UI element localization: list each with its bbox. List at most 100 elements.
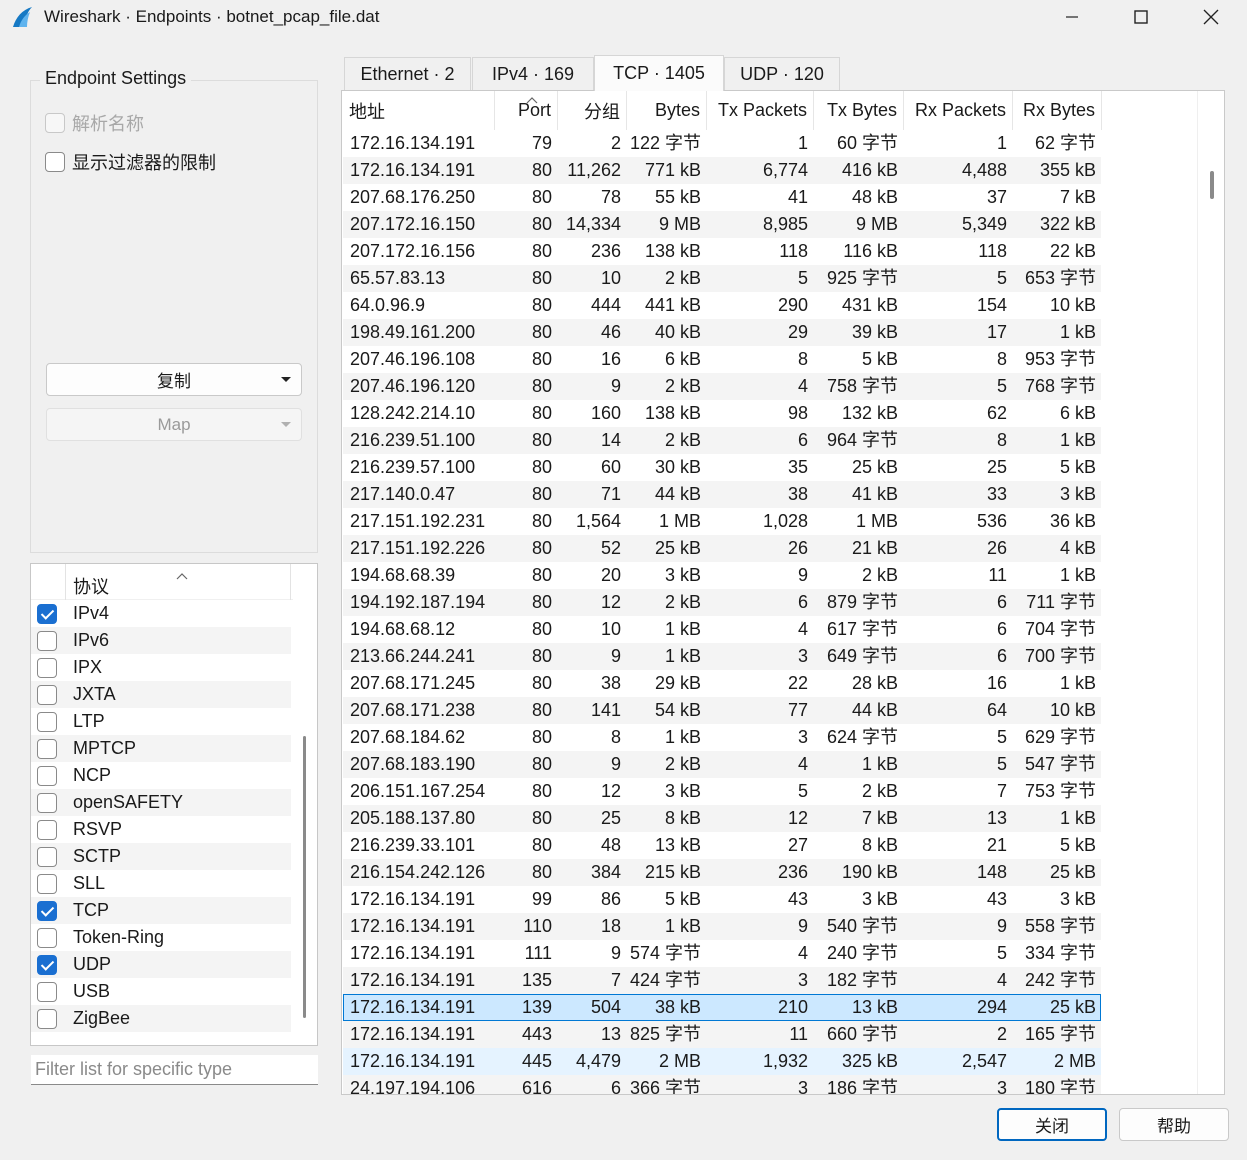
table-row[interactable]: 207.172.16.150 80 14,334 9 MB 8,985 9 MB 5,349…	[343, 211, 1101, 238]
table-row[interactable]: 172.16.134.191 445 4,479 2 MB 1,932 325 kB 2,5…	[343, 1048, 1101, 1075]
table-row[interactable]: 207.68.183.190 80 9 2 kB 4 1 kB 5 547 字节	[343, 751, 1101, 778]
protocol-checkbox[interactable]	[37, 1008, 57, 1029]
column-header-rx-packets[interactable]: Rx Packets	[904, 91, 1013, 130]
table-row[interactable]: 217.151.192.226 80 52 25 kB 26 21 kB 26 4 kB	[343, 535, 1101, 562]
tab-ipv4[interactable]: IPv4 · 169	[472, 57, 594, 91]
cell-rx-bytes: 700 字节	[1024, 646, 1096, 666]
table-row[interactable]: 206.151.167.254 80 12 3 kB 5 2 kB 7 753 字节	[343, 778, 1101, 805]
table-row[interactable]: 194.192.187.194 80 12 2 kB 6 879 字节 6 711 字节	[343, 589, 1101, 616]
tab-tcp[interactable]: TCP · 1405	[594, 55, 724, 91]
protocol-item[interactable]: SCTP	[31, 843, 291, 870]
protocol-item[interactable]: Token-Ring	[31, 924, 291, 951]
table-row[interactable]: 216.239.33.101 80 48 13 kB 27 8 kB 21 5 kB	[343, 832, 1101, 859]
table-row[interactable]: 172.16.134.191 80 11,262 771 kB 6,774 416 kB 4…	[343, 157, 1101, 184]
table-row[interactable]: 172.16.134.191 139 504 38 kB 210 13 kB 294 25 k…	[343, 994, 1101, 1021]
protocol-list-scrollbar[interactable]	[303, 736, 306, 1018]
minimize-button[interactable]	[1038, 0, 1106, 34]
table-row[interactable]: 128.242.214.10 80 160 138 kB 98 132 kB 62 6 kB	[343, 400, 1101, 427]
protocol-checkbox[interactable]	[37, 765, 57, 786]
protocol-list-header[interactable]: 协议	[31, 564, 293, 600]
close-icon	[1203, 9, 1219, 25]
help-button[interactable]: 帮助	[1119, 1108, 1229, 1141]
table-row[interactable]: 216.239.57.100 80 60 30 kB 35 25 kB 25 5 kB	[343, 454, 1101, 481]
protocol-item[interactable]: UDP	[31, 951, 291, 978]
protocol-checkbox[interactable]	[37, 657, 57, 678]
table-row[interactable]: 207.68.184.62 80 8 1 kB 3 624 字节 5 629 字节	[343, 724, 1101, 751]
protocol-item[interactable]: TCP	[31, 897, 291, 924]
protocol-item[interactable]: ZigBee	[31, 1005, 291, 1032]
table-row[interactable]: 65.57.83.13 80 10 2 kB 5 925 字节 5 653 字节	[343, 265, 1101, 292]
protocol-item[interactable]: LTP	[31, 708, 291, 735]
protocol-checkbox[interactable]	[37, 846, 57, 867]
table-row[interactable]: 64.0.96.9 80 444 441 kB 290 431 kB 154 10 kB	[343, 292, 1101, 319]
table-row[interactable]: 213.66.244.241 80 9 1 kB 3 649 字节 6 700 字节	[343, 643, 1101, 670]
cell-rx-bytes: 1 kB	[1059, 430, 1096, 450]
protocol-filter-input[interactable]	[31, 1055, 318, 1085]
table-row[interactable]: 194.68.68.39 80 20 3 kB 9 2 kB 11 1 kB	[343, 562, 1101, 589]
protocol-item[interactable]: SLL	[31, 870, 291, 897]
table-row[interactable]: 24.197.194.106 616 6 366 字节 3 186 字节 3 180 字节	[343, 1075, 1101, 1094]
table-row[interactable]: 207.68.176.250 80 78 55 kB 41 48 kB 37 7 kB	[343, 184, 1101, 211]
cell-bytes: 138 kB	[644, 241, 701, 261]
protocol-checkbox[interactable]	[37, 927, 57, 948]
table-row[interactable]: 172.16.134.191 443 13 825 字节 11 660 字节 2 165 字节	[343, 1021, 1101, 1048]
protocol-checkbox[interactable]	[37, 873, 57, 894]
table-row[interactable]: 198.49.161.200 80 46 40 kB 29 39 kB 17 1 kB	[343, 319, 1101, 346]
copy-dropdown-button[interactable]: 复制	[46, 363, 302, 396]
column-header-bytes[interactable]: Bytes	[627, 91, 707, 130]
table-row[interactable]: 217.140.0.47 80 71 44 kB 38 41 kB 33 3 kB	[343, 481, 1101, 508]
table-row[interactable]: 207.46.196.108 80 16 6 kB 8 5 kB 8 953 字节	[343, 346, 1101, 373]
table-row[interactable]: 207.46.196.120 80 9 2 kB 4 758 字节 5 768 字节	[343, 373, 1101, 400]
table-scrollbar[interactable]	[1197, 91, 1224, 1094]
protocol-item[interactable]: USB	[31, 978, 291, 1005]
protocol-item[interactable]: IPX	[31, 654, 291, 681]
tab-udp[interactable]: UDP · 120	[724, 57, 840, 91]
protocol-item[interactable]: IPv6	[31, 627, 291, 654]
protocol-checkbox[interactable]	[37, 630, 57, 651]
resolve-names-checkbox[interactable]	[45, 113, 65, 133]
table-row[interactable]: 172.16.134.191 111 9 574 字节 4 240 字节 5 334 字节	[343, 940, 1101, 967]
protocol-checkbox[interactable]	[37, 981, 57, 1002]
column-header-tx-packets[interactable]: Tx Packets	[707, 91, 814, 130]
protocol-checkbox[interactable]	[37, 954, 57, 975]
table-row[interactable]: 207.68.171.245 80 38 29 kB 22 28 kB 16 1 kB	[343, 670, 1101, 697]
protocol-item[interactable]: IPv4	[31, 600, 291, 627]
maximize-button[interactable]	[1107, 0, 1175, 34]
table-row[interactable]: 216.154.242.126 80 384 215 kB 236 190 kB 148 25…	[343, 859, 1101, 886]
protocol-checkbox[interactable]	[37, 711, 57, 732]
protocol-item[interactable]: MPTCP	[31, 735, 291, 762]
protocol-item[interactable]: openSAFETY	[31, 789, 291, 816]
close-window-button[interactable]	[1177, 0, 1245, 34]
column-header-packets[interactable]: 分组	[558, 91, 627, 130]
close-button[interactable]: 关闭	[997, 1108, 1107, 1141]
limit-filter-checkbox[interactable]	[45, 152, 65, 172]
protocol-checkbox[interactable]	[37, 603, 57, 624]
table-row[interactable]: 172.16.134.191 110 18 1 kB 9 540 字节 9 558 字节	[343, 913, 1101, 940]
column-header-address[interactable]: 地址	[343, 91, 495, 130]
scrollbar-thumb[interactable]	[1210, 171, 1214, 199]
endpoints-table[interactable]: 地址 Port 分组 Bytes Tx Packets Tx Bytes Rx …	[341, 90, 1225, 1095]
column-header-tx-bytes[interactable]: Tx Bytes	[814, 91, 904, 130]
protocol-item[interactable]: NCP	[31, 762, 291, 789]
map-dropdown-button[interactable]: Map	[46, 408, 302, 441]
protocol-checkbox[interactable]	[37, 900, 57, 921]
cell-rx-packets: 1	[996, 133, 1007, 153]
protocol-checkbox[interactable]	[37, 684, 57, 705]
table-row[interactable]: 207.172.16.156 80 236 138 kB 118 116 kB 118 22 …	[343, 238, 1101, 265]
table-row[interactable]: 205.188.137.80 80 25 8 kB 12 7 kB 13 1 kB	[343, 805, 1101, 832]
table-row[interactable]: 216.239.51.100 80 14 2 kB 6 964 字节 8 1 kB	[343, 427, 1101, 454]
table-row[interactable]: 172.16.134.191 79 2 122 字节 1 60 字节 1 62 字节	[343, 130, 1101, 157]
protocol-list[interactable]: 协议 IPv4 IPv6 IPX JXTA LTP MPTCP NCP openSAFETY R…	[30, 563, 318, 1046]
table-row[interactable]: 207.68.171.238 80 141 54 kB 77 44 kB 64 10 kB	[343, 697, 1101, 724]
protocol-checkbox[interactable]	[37, 819, 57, 840]
table-row[interactable]: 194.68.68.12 80 10 1 kB 4 617 字节 6 704 字节	[343, 616, 1101, 643]
protocol-item[interactable]: RSVP	[31, 816, 291, 843]
protocol-checkbox[interactable]	[37, 792, 57, 813]
tab-ethernet[interactable]: Ethernet · 2	[344, 57, 471, 91]
table-row[interactable]: 217.151.192.231 80 1,564 1 MB 1,028 1 MB 536 36…	[343, 508, 1101, 535]
column-header-rx-bytes[interactable]: Rx Bytes	[1013, 91, 1102, 130]
protocol-item[interactable]: JXTA	[31, 681, 291, 708]
table-row[interactable]: 172.16.134.191 99 86 5 kB 43 3 kB 43 3 kB	[343, 886, 1101, 913]
table-row[interactable]: 172.16.134.191 135 7 424 字节 3 182 字节 4 242 字节	[343, 967, 1101, 994]
protocol-checkbox[interactable]	[37, 738, 57, 759]
